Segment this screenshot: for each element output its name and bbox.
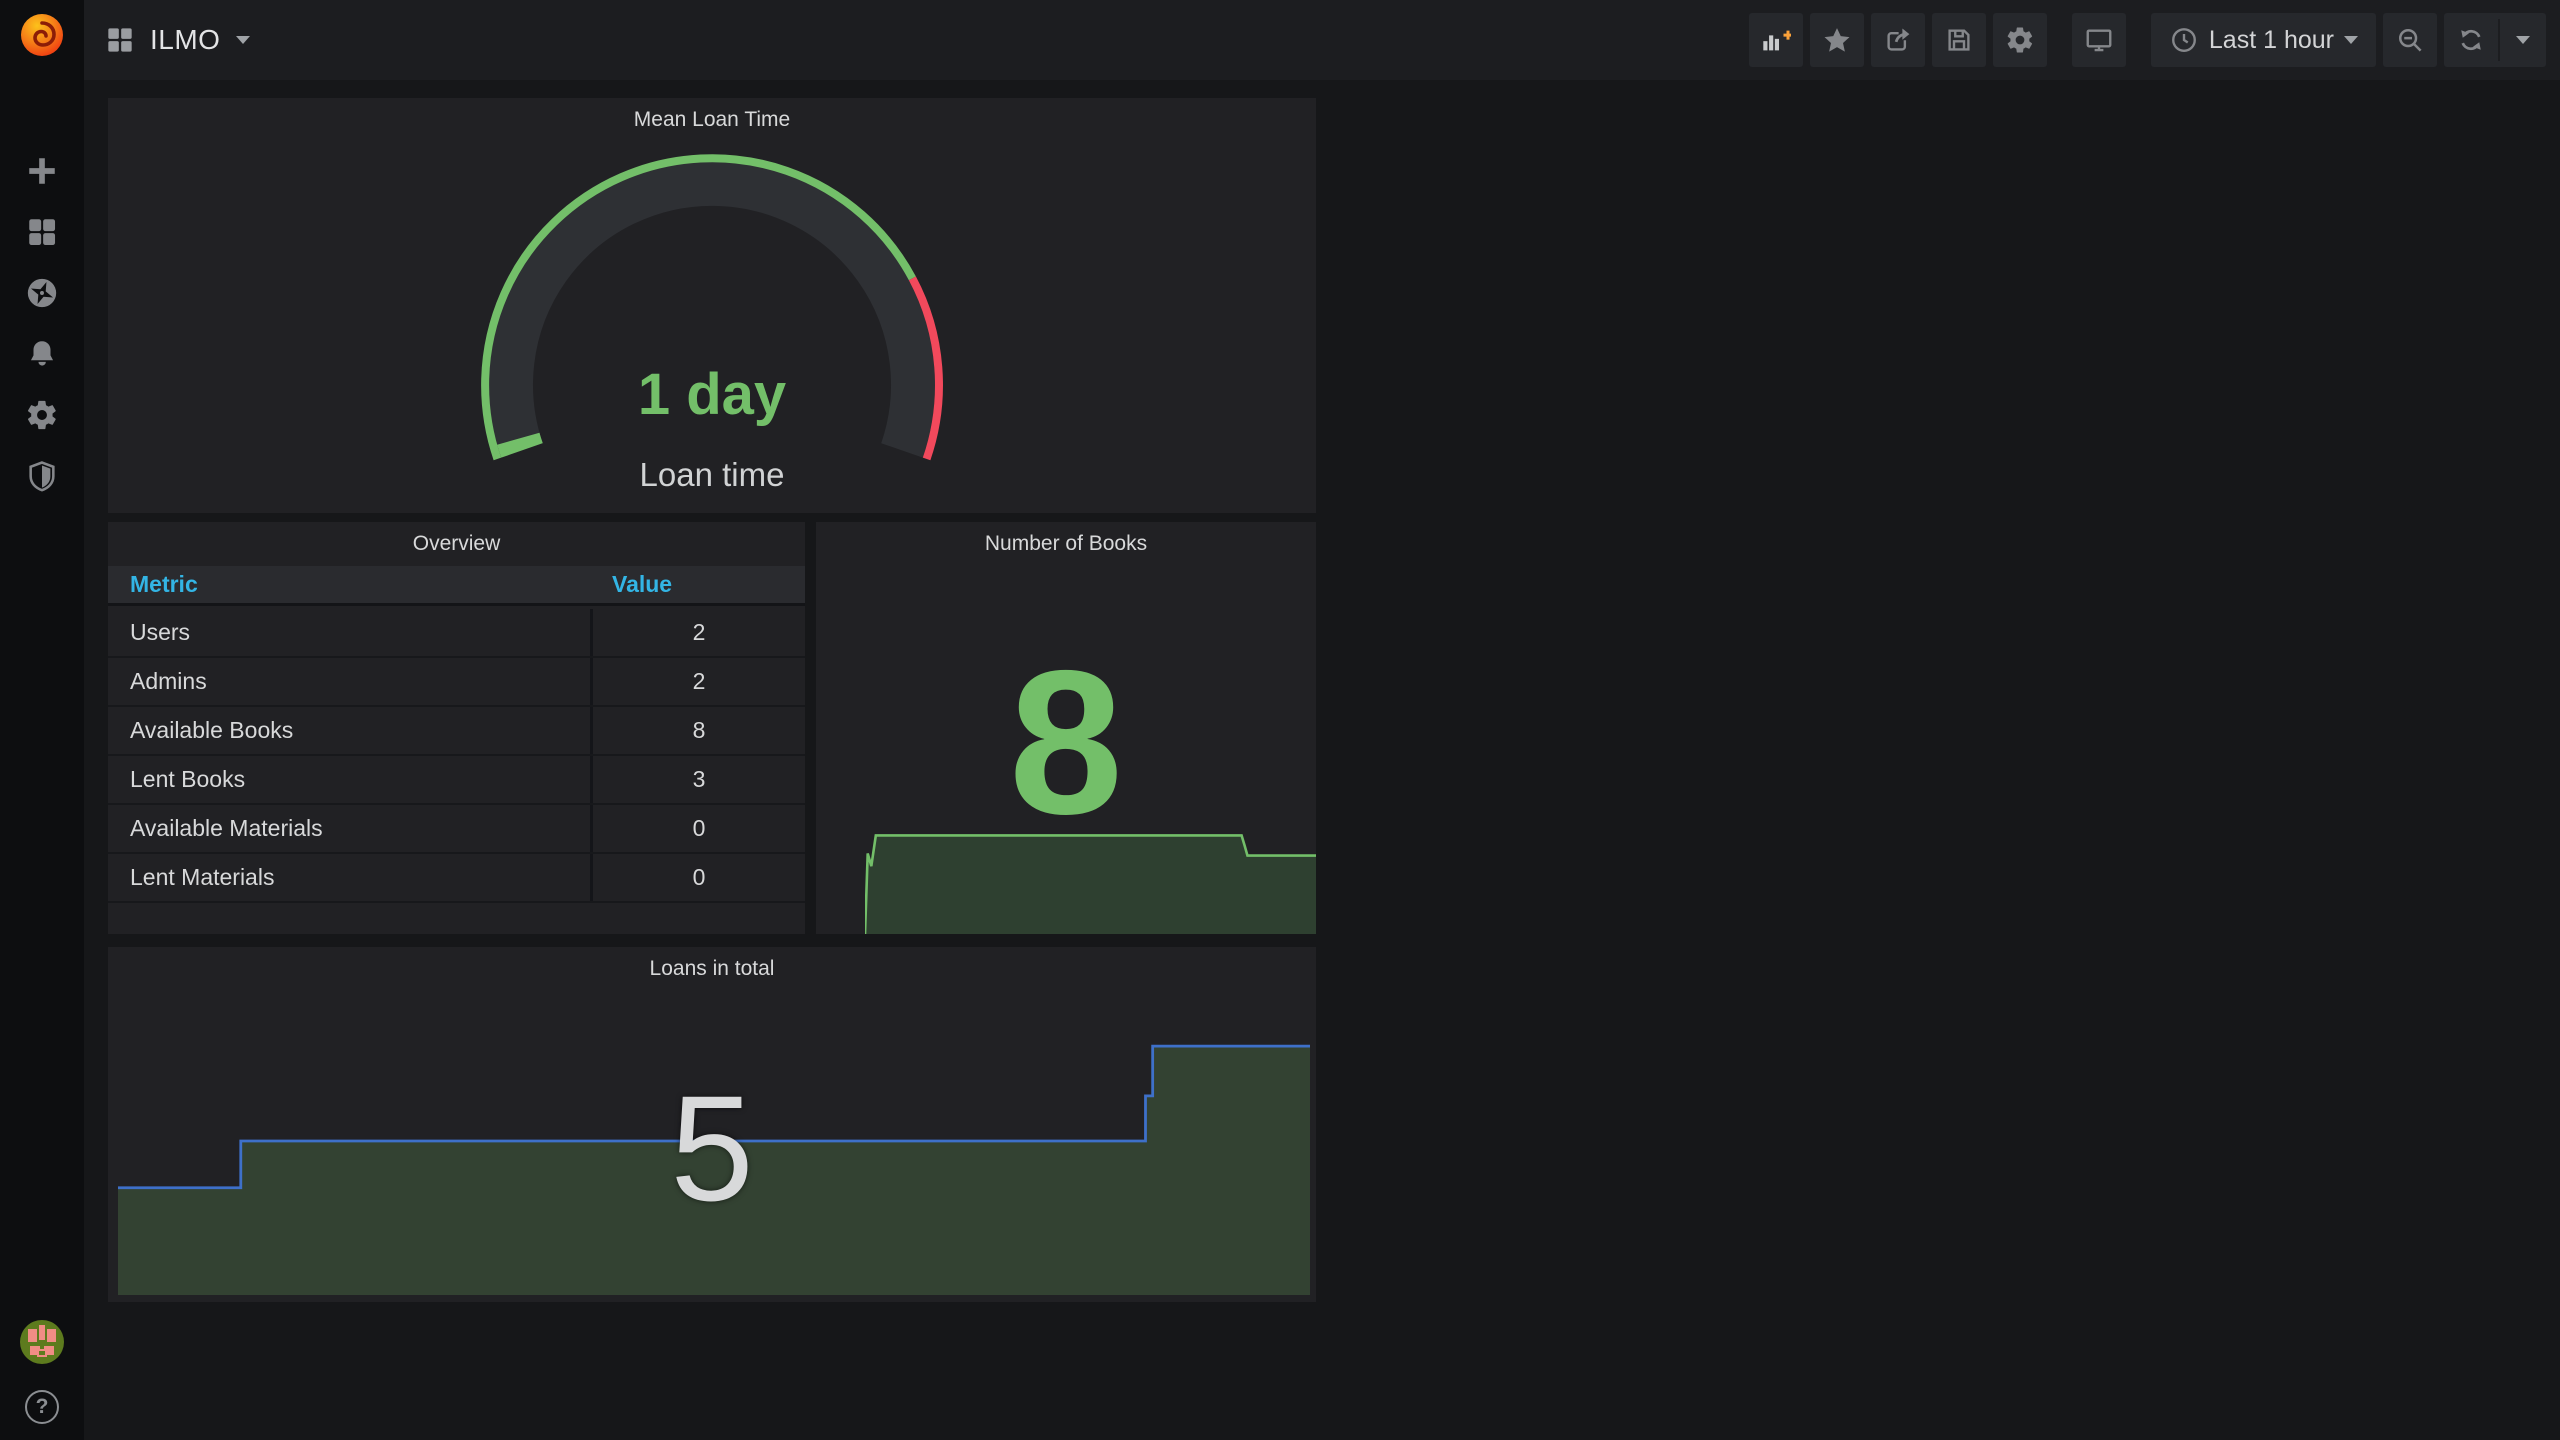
user-profile-button[interactable] <box>0 1310 84 1374</box>
dashboard-content: Mean Loan Time 1 day Loan time Overview … <box>84 80 2560 1440</box>
value-cell: 0 <box>590 854 805 901</box>
table-header: Metric Value <box>108 566 805 606</box>
save-icon <box>1948 29 1970 51</box>
star-icon <box>1824 28 1850 52</box>
table-body: Users 2 Admins 2 Available Books 8 Lent … <box>108 609 805 903</box>
gauge-value: 1 day <box>637 362 787 427</box>
plus-icon <box>29 157 55 184</box>
shield-icon <box>29 460 55 492</box>
table-row: Available Books 8 <box>108 707 805 756</box>
avatar <box>20 1320 64 1364</box>
gear-icon <box>28 400 56 429</box>
panel-overview: Overview Metric Value Users 2 Admins 2 A… <box>108 522 805 934</box>
table-row: Lent Materials 0 <box>108 854 805 903</box>
cycle-view-mode-button[interactable] <box>2071 13 2126 67</box>
chevron-down-icon <box>236 36 251 44</box>
refresh-interval-dropdown[interactable] <box>2500 13 2546 67</box>
help-button[interactable]: ? <box>0 1374 84 1440</box>
dashboard-grid-icon <box>108 28 132 52</box>
zoom-out-time-button[interactable] <box>2383 13 2437 67</box>
magnifier-minus-icon <box>2398 28 2422 52</box>
sidebar-item-alerting[interactable] <box>0 323 84 384</box>
panel-title[interactable]: Loans in total <box>108 947 1316 991</box>
favorite-button[interactable] <box>1809 13 1864 67</box>
column-header-value[interactable]: Value <box>612 571 672 597</box>
table-row: Admins 2 <box>108 658 805 707</box>
question-mark-icon: ? <box>25 1390 59 1424</box>
sidebar-bottom: ? <box>0 1310 84 1440</box>
metric-cell: Available Materials <box>130 815 323 841</box>
panel-title[interactable]: Mean Loan Time <box>108 98 1316 142</box>
share-icon <box>1887 28 1910 51</box>
sidebar-item-server-admin[interactable] <box>0 445 84 506</box>
top-navbar: ILMO Last 1 hour <box>84 0 2560 80</box>
table-row: Lent Books 3 <box>108 756 805 805</box>
metric-cell: Available Books <box>130 717 294 743</box>
time-range-label: Last 1 hour <box>2208 25 2334 54</box>
settings-button[interactable] <box>1992 13 2047 67</box>
panel-number-of-books: Number of Books 8 <box>816 522 1316 934</box>
gauge-chart <box>477 140 947 500</box>
metric-cell: Lent Books <box>130 766 246 792</box>
compass-icon <box>27 278 57 307</box>
column-header-metric[interactable]: Metric <box>130 571 198 597</box>
gear-icon <box>2007 27 2033 53</box>
value-cell: 3 <box>590 756 805 803</box>
sidebar-item-explore[interactable] <box>0 262 84 323</box>
bar-chart-plus-icon <box>1763 30 1791 51</box>
panel-title[interactable]: Overview <box>108 522 805 566</box>
sparkline-chart <box>865 828 1316 934</box>
panel-mean-loan-time: Mean Loan Time 1 day Loan time <box>108 98 1316 513</box>
value-cell: 8 <box>590 707 805 754</box>
grafana-logo[interactable] <box>18 11 66 59</box>
sidebar-item-dashboards[interactable] <box>0 201 84 262</box>
stat-value: 8 <box>1008 628 1123 857</box>
panel-loans-in-total: Loans in total 5 <box>108 947 1316 1302</box>
sidebar-item-configuration[interactable] <box>0 384 84 445</box>
metric-cell: Lent Materials <box>130 864 275 890</box>
add-panel-button[interactable] <box>1748 13 1803 67</box>
refresh-button[interactable] <box>2444 13 2498 67</box>
refresh-icon <box>2461 29 2481 51</box>
help-label: ? <box>35 1395 49 1418</box>
chevron-down-icon <box>2516 36 2530 44</box>
sidebar-menu <box>0 140 84 506</box>
value-cell: 0 <box>590 805 805 852</box>
dashboard-title-button[interactable]: ILMO <box>106 24 251 56</box>
share-button[interactable] <box>1870 13 1925 67</box>
gauge-label: Loan time <box>639 456 785 493</box>
time-range-picker[interactable]: Last 1 hour <box>2150 13 2376 67</box>
dashboard-title: ILMO <box>150 24 221 55</box>
sidebar-item-create[interactable] <box>0 140 84 201</box>
chevron-down-icon <box>2344 36 2358 44</box>
bell-icon <box>30 340 54 366</box>
table-row: Users 2 <box>108 609 805 658</box>
value-cell: 2 <box>590 658 805 705</box>
sidebar: ? <box>0 0 84 1440</box>
metric-cell: Users <box>130 619 191 645</box>
save-button[interactable] <box>1931 13 1986 67</box>
navbar-actions: Last 1 hour <box>1742 13 2546 67</box>
stat-value: 5 <box>670 1064 754 1232</box>
refresh-button-group <box>2444 13 2546 67</box>
clock-icon <box>2171 28 2196 52</box>
monitor-icon <box>2086 29 2112 52</box>
metric-cell: Admins <box>130 668 207 694</box>
table-row: Available Materials 0 <box>108 805 805 854</box>
dashboards-grid-icon <box>29 218 56 245</box>
panel-title[interactable]: Number of Books <box>816 522 1316 566</box>
value-cell: 2 <box>590 609 805 656</box>
